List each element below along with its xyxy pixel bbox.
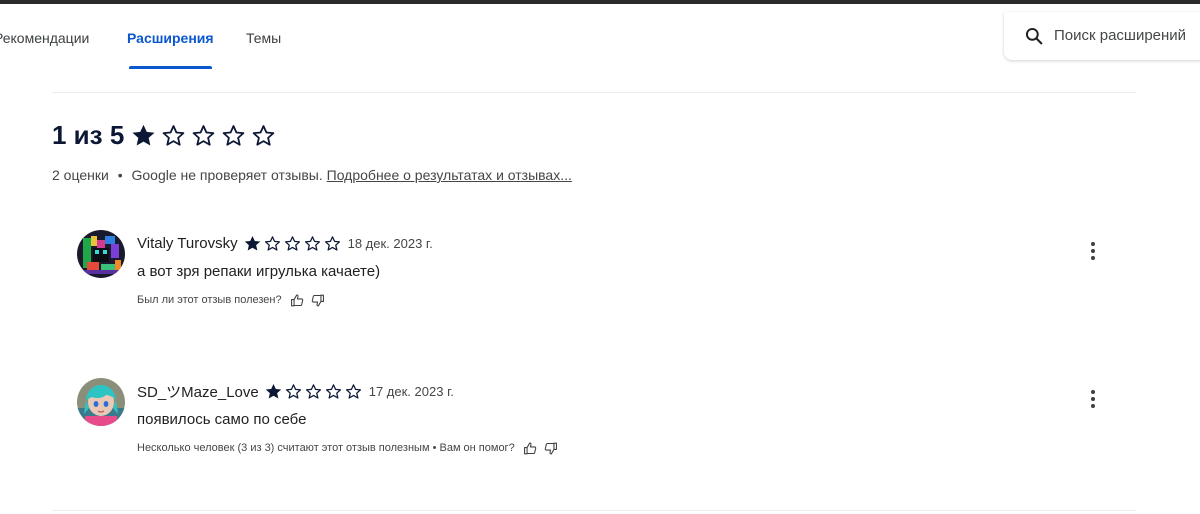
star-outline-icon bbox=[250, 122, 277, 149]
overall-rating: 1 из 5 bbox=[52, 118, 277, 152]
active-tab-indicator bbox=[129, 66, 212, 69]
search-box[interactable]: Поиск расширений bbox=[1004, 12, 1200, 60]
helpful-prompt: Был ли этот отзыв полезен? bbox=[137, 292, 325, 308]
ratings-count: 2 оценки bbox=[52, 167, 109, 183]
star-outline-icon bbox=[190, 122, 217, 149]
star-filled-icon bbox=[264, 382, 283, 401]
star-outline-icon bbox=[303, 234, 322, 253]
review-item: Vitaly Turovsky 18 дек. 2023 г. а вот зр… bbox=[77, 230, 1127, 320]
star-filled-icon bbox=[130, 122, 157, 149]
more-vert-icon[interactable] bbox=[1083, 240, 1103, 262]
search-icon[interactable] bbox=[1024, 26, 1044, 46]
helpful-prompt: Несколько человек (3 из 3) считают этот … bbox=[137, 440, 558, 456]
star-outline-icon bbox=[344, 382, 363, 401]
star-outline-icon bbox=[324, 382, 343, 401]
review-header: Vitaly Turovsky 18 дек. 2023 г. bbox=[137, 233, 433, 253]
anime-avatar-icon bbox=[77, 378, 125, 426]
section-divider bbox=[52, 92, 1136, 93]
review-text: появилось само по себе bbox=[137, 411, 307, 428]
review-text: а вот зря репаки игрулька качаете) bbox=[137, 263, 381, 280]
review-author: Vitaly Turovsky bbox=[137, 234, 238, 252]
star-outline-icon bbox=[283, 234, 302, 253]
star-filled-icon bbox=[243, 234, 262, 253]
top-navigation: Рекомендации Расширения Темы Поиск расши… bbox=[0, 4, 1200, 92]
avatar[interactable] bbox=[77, 230, 125, 278]
star-outline-icon bbox=[323, 234, 342, 253]
star-outline-icon bbox=[160, 122, 187, 149]
review-stars bbox=[243, 234, 342, 253]
rating-stars bbox=[130, 122, 277, 149]
pixel-art-avatar-icon bbox=[77, 230, 125, 278]
thumb-down-icon[interactable] bbox=[310, 293, 325, 308]
helpful-text: Несколько человек (3 из 3) считают этот … bbox=[137, 442, 515, 454]
review-stars bbox=[264, 382, 363, 401]
star-outline-icon bbox=[263, 234, 282, 253]
search-input[interactable]: Поиск расширений bbox=[1054, 27, 1186, 44]
thumb-down-icon[interactable] bbox=[543, 441, 558, 456]
thumb-up-icon[interactable] bbox=[290, 293, 305, 308]
learn-more-link[interactable]: Подробнее о результатах и отзывах... bbox=[327, 167, 572, 183]
star-outline-icon bbox=[284, 382, 303, 401]
more-vert-icon[interactable] bbox=[1083, 388, 1103, 410]
tab-themes[interactable]: Темы bbox=[246, 30, 281, 46]
review-notice: Google не проверяет отзывы. bbox=[131, 167, 323, 183]
review-item: SD_ツMaze_Love 17 дек. 2023 г. появилось … bbox=[77, 378, 1127, 468]
rating-summary: 2 оценки • Google не проверяет отзывы. П… bbox=[52, 167, 572, 183]
thumb-up-icon[interactable] bbox=[523, 441, 538, 456]
star-outline-icon bbox=[220, 122, 247, 149]
avatar[interactable] bbox=[77, 378, 125, 426]
review-date: 17 дек. 2023 г. bbox=[368, 383, 454, 399]
rating-value-text: 1 из 5 bbox=[52, 119, 125, 150]
helpful-text: Был ли этот отзыв полезен? bbox=[137, 294, 282, 306]
review-header: SD_ツMaze_Love 17 дек. 2023 г. bbox=[137, 381, 454, 401]
review-author: SD_ツMaze_Love bbox=[137, 383, 259, 401]
star-outline-icon bbox=[304, 382, 323, 401]
tab-recommendations[interactable]: Рекомендации bbox=[0, 30, 89, 46]
separator-dot: • bbox=[117, 167, 123, 183]
section-divider bbox=[52, 510, 1136, 511]
tab-extensions[interactable]: Расширения bbox=[127, 30, 214, 46]
review-date: 18 дек. 2023 г. bbox=[347, 235, 433, 251]
